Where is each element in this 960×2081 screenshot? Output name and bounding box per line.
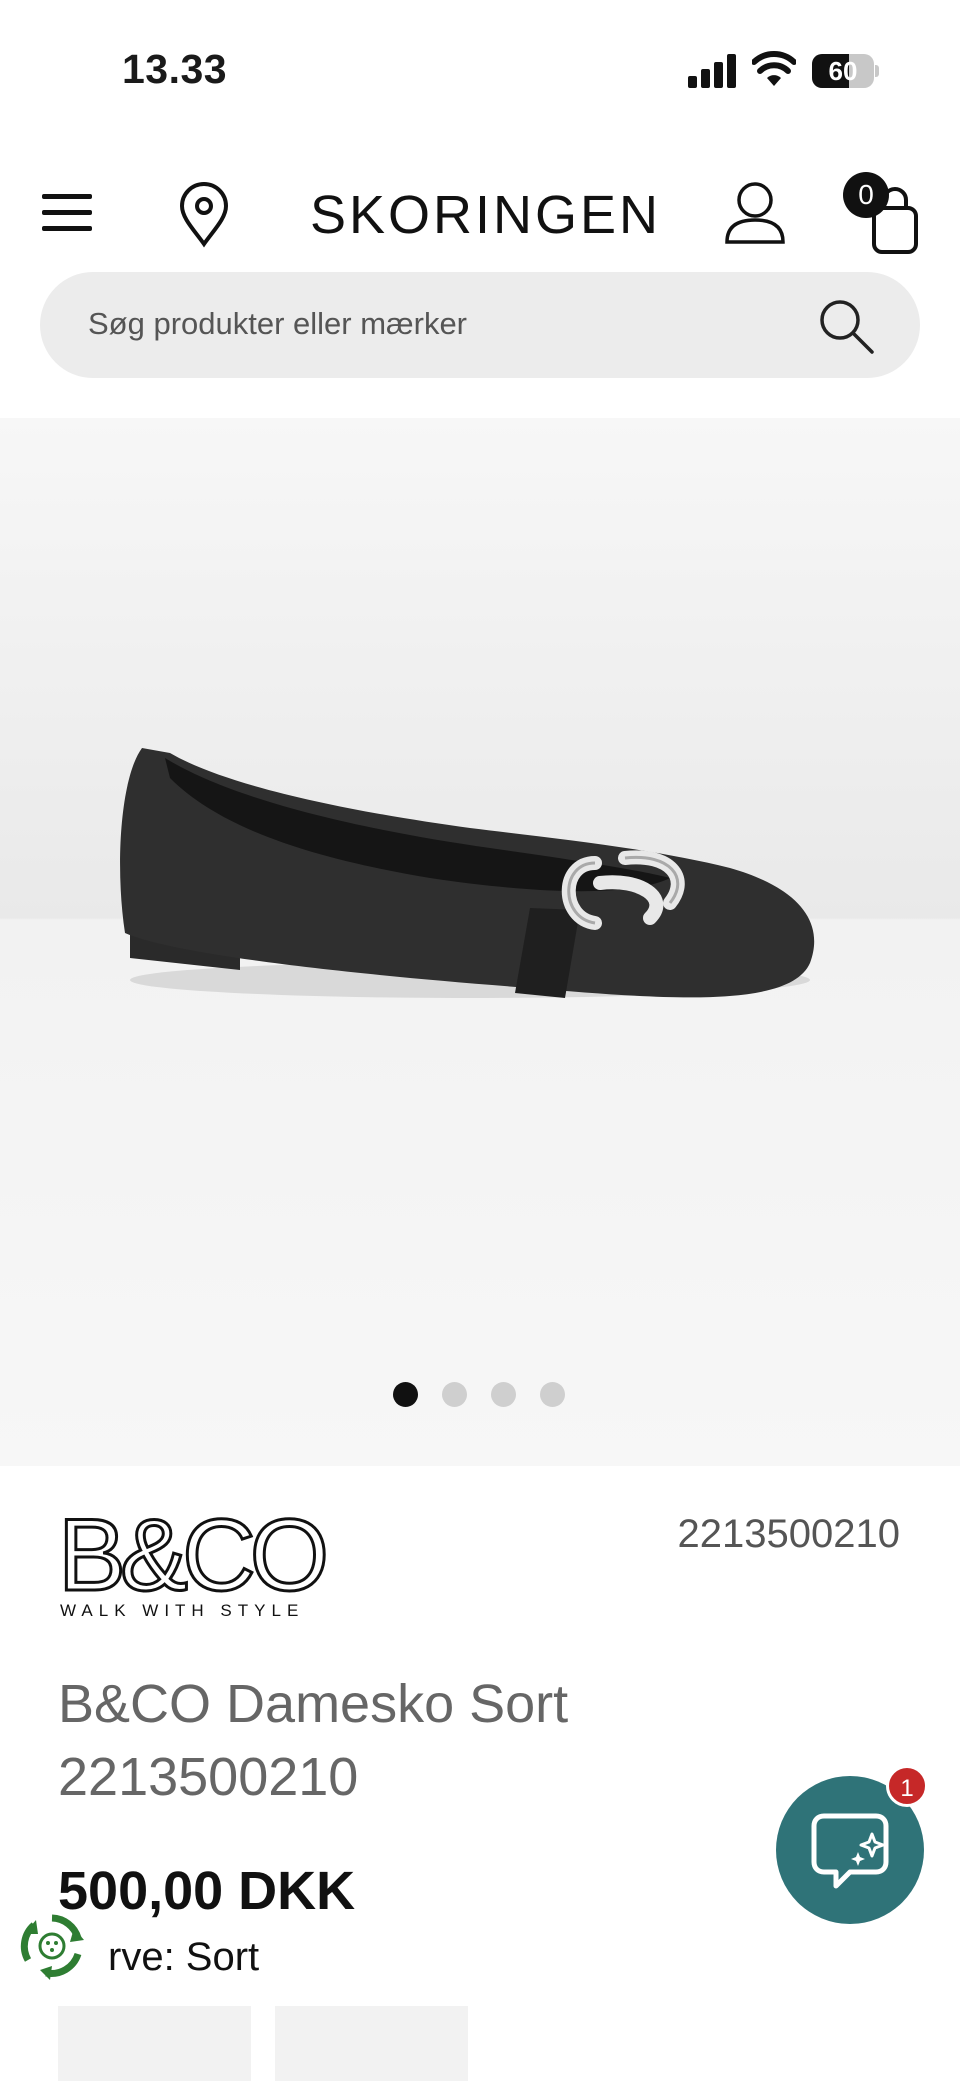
gallery-dot-4[interactable] <box>540 1382 565 1407</box>
product-title: B&CO Damesko Sort 2213500210 <box>58 1674 569 1807</box>
battery-level: 60 <box>828 56 858 86</box>
chat-notification-badge: 1 <box>886 1765 928 1807</box>
brand-logo[interactable]: B&CO WALK WITH STYLE <box>56 1503 330 1623</box>
battery-icon: 60 <box>812 54 879 88</box>
cart-count-badge: 0 <box>843 172 889 218</box>
account-icon[interactable] <box>724 180 786 246</box>
brand-logo-mark: B&CO <box>56 1498 330 1612</box>
search-icon[interactable] <box>816 296 876 356</box>
search-input[interactable]: Søg produkter eller mærker <box>40 272 920 378</box>
menu-icon[interactable] <box>42 192 94 234</box>
brand-tagline: WALK WITH STYLE <box>60 1601 305 1620</box>
gallery-pagination <box>393 1382 573 1412</box>
search-placeholder: Søg produkter eller mærker <box>88 306 468 341</box>
recycle-icon[interactable] <box>16 1910 88 1982</box>
product-sku: 2213500210 <box>677 1512 900 1556</box>
location-pin-icon[interactable] <box>176 182 232 248</box>
gallery-dot-2[interactable] <box>442 1382 467 1407</box>
wifi-icon <box>752 51 796 86</box>
product-image-gallery[interactable] <box>0 418 960 1466</box>
site-logo[interactable]: SKORINGEN <box>310 184 661 246</box>
product-color: rve: Sort <box>108 1935 260 1979</box>
status-bar: 13.33 60 <box>0 0 960 140</box>
color-swatch-2[interactable] <box>275 2006 468 2081</box>
color-swatch-1[interactable] <box>58 2006 251 2081</box>
site-header: SKORINGEN 0 <box>0 170 960 260</box>
signal-icon <box>688 54 738 88</box>
product-price: 500,00 DKK <box>58 1861 356 1921</box>
product-image <box>120 748 815 998</box>
gallery-dot-1[interactable] <box>393 1382 418 1407</box>
gallery-dot-3[interactable] <box>491 1382 516 1407</box>
status-time: 13.33 <box>122 46 228 92</box>
